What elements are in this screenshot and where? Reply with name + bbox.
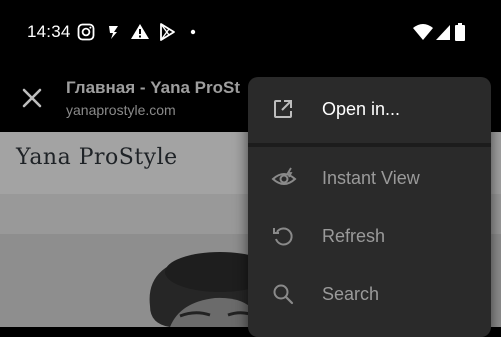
wifi-icon (413, 24, 433, 40)
status-time: 14:34 (27, 22, 71, 41)
page-url[interactable]: yanaprostyle.com (66, 102, 176, 118)
battery-icon (455, 23, 465, 41)
signal-icon (436, 25, 450, 40)
menu-item-label: Refresh (322, 226, 386, 246)
menu-divider (248, 143, 491, 147)
site-logo[interactable]: Yana ProStyle (16, 145, 178, 170)
menu-item-refresh[interactable]: Refresh (248, 207, 491, 263)
instagram-icon (77, 23, 95, 41)
menu-item-open-in[interactable]: Open in... (248, 80, 491, 136)
refresh-icon (273, 227, 293, 246)
search-icon (273, 284, 294, 305)
overflow-menu: Open in... Instant View Refresh Search (248, 77, 491, 337)
menu-item-label: Open in... (322, 99, 401, 119)
play-store-icon (160, 23, 175, 41)
close-icon[interactable] (20, 86, 44, 110)
page-title[interactable]: Главная - Yana ProSt (66, 78, 256, 98)
open-external-icon (274, 100, 292, 118)
menu-item-label: Search (322, 284, 380, 304)
menu-item-label: Instant View (322, 168, 420, 188)
instant-view-icon (271, 167, 297, 185)
status-bar: 14:34 (0, 0, 501, 62)
dot-icon (190, 29, 196, 35)
menu-item-instant-view[interactable]: Instant View (248, 149, 491, 205)
flash-icon (109, 26, 118, 39)
menu-item-search[interactable]: Search (248, 265, 491, 321)
warning-icon (131, 24, 149, 39)
